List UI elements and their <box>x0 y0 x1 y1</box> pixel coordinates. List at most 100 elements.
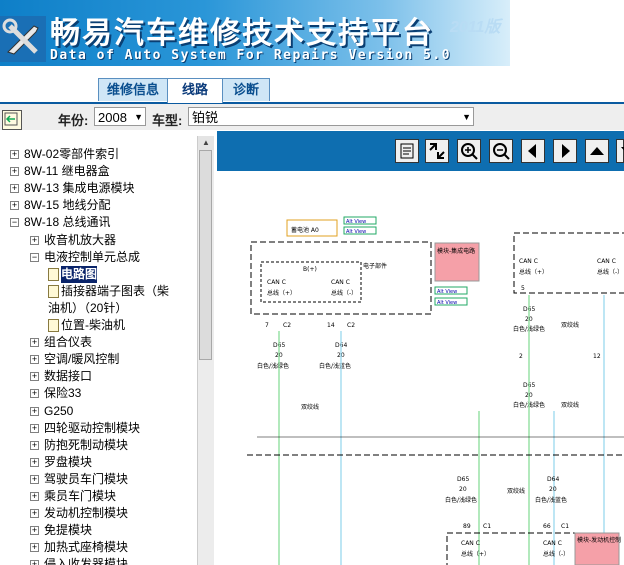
tree-item-label: 8W-15 地线分配 <box>24 198 111 213</box>
chevron-down-icon: ▼ <box>134 112 143 122</box>
wire-color-label: 白色/浅绿色 <box>445 496 477 504</box>
expand-icon[interactable]: + <box>30 338 39 348</box>
tree-item-label: 防抱死制动模块 <box>44 437 129 452</box>
can-c-label: CAN C <box>597 258 616 265</box>
ecu-label: 电子部件 <box>363 262 387 270</box>
control-unit-box <box>250 241 432 315</box>
tree-item-label: 组合仪表 <box>44 335 93 350</box>
alt-view-label: Alt View <box>437 289 457 295</box>
print-icon[interactable] <box>395 139 419 163</box>
expand-icon[interactable]: + <box>30 423 39 433</box>
year-select[interactable]: 2008 ▼ <box>94 107 146 126</box>
connector-c1: C1 <box>561 523 569 530</box>
panel-toggle-icon[interactable] <box>2 110 22 130</box>
pin-66: 66 <box>543 523 551 530</box>
zoom-out-icon[interactable] <box>489 139 513 163</box>
wire-color-label: 白色/浅蓝色 <box>535 496 567 504</box>
module-label: 模块-发动机控制 <box>577 536 621 544</box>
expand-icon[interactable]: + <box>10 167 19 177</box>
tree-item-label: 驾驶员车门模块 <box>44 471 129 486</box>
tree-item-label: 8W-13 集成电源模块 <box>24 181 135 196</box>
expand-icon[interactable]: + <box>30 355 39 365</box>
chevron-down-icon: ▼ <box>462 112 471 122</box>
wiring-diagram[interactable]: 蓄电池 A0 Alt View Alt View 电子部件 B(+) CAN C… <box>217 171 624 565</box>
expand-icon[interactable]: + <box>30 406 39 416</box>
tree-item-label: 电液控制单元总成 <box>44 249 141 264</box>
logo-banner: 畅易汽车维修技术支持平台 2011版 Data of Auto System F… <box>0 0 510 66</box>
tree-item-label: 油机）（20针） <box>48 300 128 315</box>
b-plus-label: B(+) <box>303 266 317 273</box>
pin-2: 2 <box>519 353 523 360</box>
bus-pos-label: 总线（+） <box>461 550 490 558</box>
arrow-left-icon[interactable] <box>521 139 545 163</box>
pin-14: 14 <box>327 322 335 329</box>
tab-wiring[interactable]: 线路 <box>167 78 223 103</box>
model-label: 车型: <box>152 113 183 128</box>
scroll-thumb[interactable] <box>199 150 212 360</box>
collapse-icon[interactable]: − <box>10 218 19 228</box>
expand-icon[interactable]: + <box>30 389 39 399</box>
wrench-screwdriver-icon <box>0 16 46 62</box>
battery-label: 蓄电池 A0 <box>291 226 319 234</box>
diagram-viewer: 蓄电池 A0 Alt View Alt View 电子部件 B(+) CAN C… <box>217 131 624 565</box>
tree-scrollbar[interactable]: ▲ <box>197 136 214 565</box>
tree-item-label: 数据接口 <box>44 369 93 384</box>
tree-item-label: 加热式座椅模块 <box>44 540 129 555</box>
tree-item-label: 8W-11 继电器盒 <box>24 164 110 179</box>
twisted-pair-label: 双绞线 <box>561 401 579 409</box>
tree-item-label: 位置-柴油机 <box>61 318 125 332</box>
module-label: 模块-集成电路 <box>437 247 475 255</box>
tree-item-label: 电路图 <box>61 265 98 283</box>
expand-icon[interactable]: + <box>30 440 39 450</box>
wire-d64: D64 <box>547 476 559 483</box>
collapse-icon[interactable]: − <box>30 252 39 262</box>
arrow-up-icon[interactable] <box>585 139 609 163</box>
expand-icon[interactable]: + <box>30 543 39 553</box>
fit-window-icon[interactable] <box>425 139 449 163</box>
can-c-label: CAN C <box>519 258 538 265</box>
bus-neg-label: 总线（-） <box>543 550 569 558</box>
expand-icon[interactable]: + <box>10 184 19 194</box>
alt-view-label: Alt View <box>346 229 366 235</box>
tree-item-label: 8W-18 总线通讯 <box>24 215 111 230</box>
twisted-pair-label: 双绞线 <box>507 487 525 495</box>
twisted-pair-label: 双绞线 <box>561 321 579 329</box>
expand-icon[interactable]: + <box>30 526 39 536</box>
document-icon <box>48 284 59 298</box>
wire-gauge: 20 <box>459 486 467 493</box>
arrow-down-icon[interactable] <box>616 139 624 163</box>
expand-icon[interactable]: + <box>30 457 39 467</box>
tree-item-label: G250 <box>44 403 74 418</box>
tree-item-label: 空调/暖风控制 <box>44 352 120 367</box>
tab-repair-info[interactable]: 维修信息 <box>98 78 168 101</box>
can-c-label: CAN C <box>461 540 480 547</box>
expand-icon[interactable]: + <box>30 560 39 565</box>
scroll-up-icon[interactable]: ▲ <box>198 136 214 150</box>
bus-neg-label: 总线（-） <box>331 289 357 297</box>
can-c-label: CAN C <box>543 540 562 547</box>
expand-icon[interactable]: + <box>30 492 39 501</box>
tree-item-label: 插接器端子图表（柴 <box>61 283 170 298</box>
zoom-in-icon[interactable] <box>457 139 481 163</box>
tab-diagnosis[interactable]: 诊断 <box>222 78 270 101</box>
twisted-pair-label: 双绞线 <box>301 403 319 411</box>
tree-item-label: 乘员车门模块 <box>44 489 117 503</box>
wiring-tree: +8W-02零部件索引 +8W-11 继电器盒 +8W-13 集成电源模块 +8W-1… <box>0 136 196 565</box>
expand-icon[interactable]: + <box>30 235 39 245</box>
pin-7: 7 <box>265 322 269 329</box>
app-subtitle: Data of Auto System For Repairs Version … <box>50 48 452 63</box>
alt-view-label: Alt View <box>346 219 366 225</box>
expand-icon[interactable]: + <box>30 474 39 484</box>
model-select[interactable]: 铂锐 ▼ <box>188 107 474 126</box>
expand-icon[interactable]: + <box>10 201 19 211</box>
wire-d65: D65 <box>457 476 469 483</box>
arrow-right-icon[interactable] <box>553 139 577 163</box>
wire-color-label: 白色/浅绿色 <box>257 362 289 370</box>
can-c-label: CAN C <box>331 279 350 286</box>
document-icon <box>48 267 59 281</box>
tree-item-label: 保险33 <box>44 386 82 401</box>
expand-icon[interactable]: + <box>10 150 19 159</box>
tree-item-label: 四轮驱动控制模块 <box>44 420 141 435</box>
expand-icon[interactable]: + <box>30 372 39 382</box>
expand-icon[interactable]: + <box>30 509 39 519</box>
